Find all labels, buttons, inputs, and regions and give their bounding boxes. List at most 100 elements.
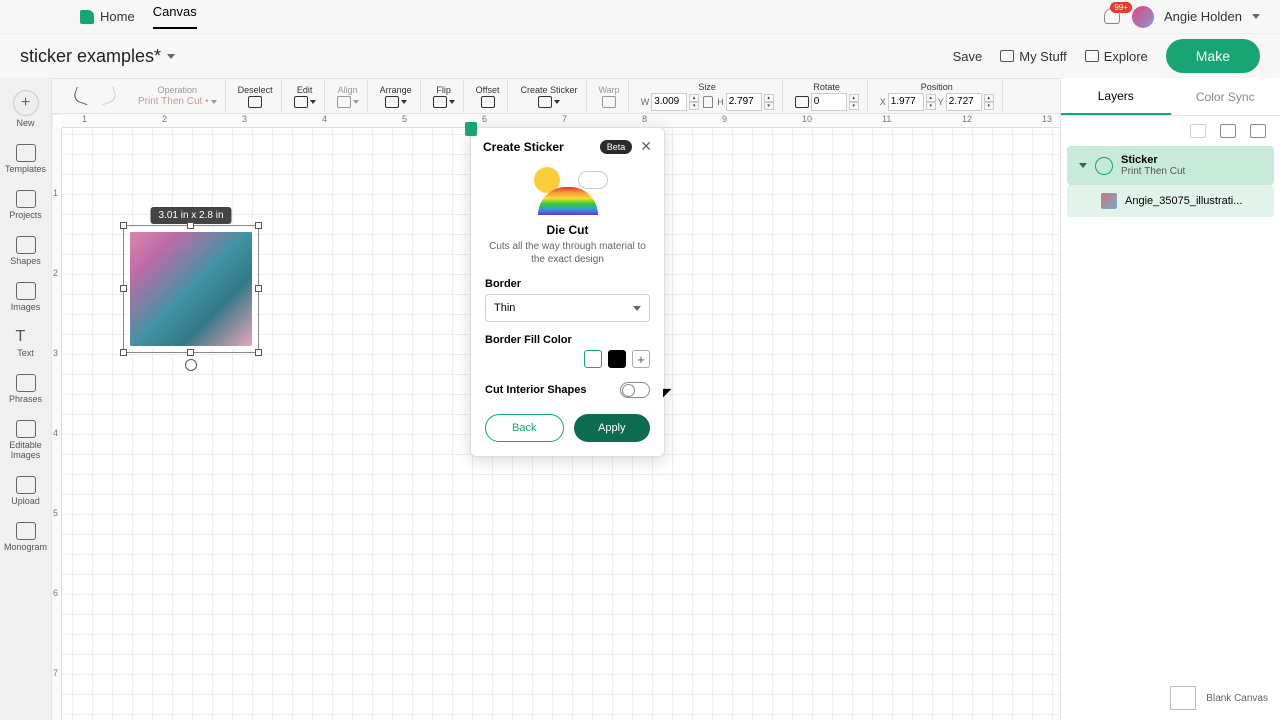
redo-button[interactable] <box>98 87 118 106</box>
upload-button[interactable]: Upload <box>0 468 51 514</box>
color-swatch-black[interactable] <box>608 350 626 368</box>
color-swatch-white[interactable] <box>584 350 602 368</box>
cut-type-desc: Cuts all the way through material to the… <box>485 240 650 266</box>
duplicate-icon[interactable] <box>1220 124 1236 138</box>
fill-color-label: Border Fill Color <box>485 334 650 346</box>
make-button[interactable]: Make <box>1166 39 1260 73</box>
cut-type-title: Die Cut <box>485 223 650 237</box>
height-input[interactable] <box>726 93 762 111</box>
offset-button[interactable] <box>481 96 495 108</box>
resize-handle[interactable] <box>187 349 194 356</box>
back-button[interactable]: Back <box>485 414 564 442</box>
home-tab[interactable]: Home <box>80 9 135 24</box>
rotate-spinner[interactable]: ▴▾ <box>849 94 859 110</box>
blank-canvas-label: Blank Canvas <box>1206 693 1268 704</box>
resize-handle[interactable] <box>187 222 194 229</box>
delete-icon[interactable] <box>1250 124 1266 138</box>
explore-button[interactable]: Explore <box>1085 49 1148 64</box>
resize-handle[interactable] <box>255 349 262 356</box>
layers-tab[interactable]: Layers <box>1061 78 1171 115</box>
ruler-horizontal: 12345678910111213 <box>62 114 1060 128</box>
edit-dropdown[interactable] <box>294 96 316 108</box>
resize-handle[interactable] <box>255 222 262 229</box>
rotate-icon <box>795 96 809 108</box>
y-input[interactable] <box>946 93 982 111</box>
selected-object[interactable]: 3.01 in x 2.8 in <box>127 229 255 349</box>
ruler-vertical: 1234567 <box>52 128 62 720</box>
new-button[interactable]: +New <box>0 82 51 136</box>
add-color-button[interactable]: + <box>632 350 650 368</box>
home-icon <box>80 10 94 24</box>
create-sticker-popup: Create Sticker Beta ✕ Die Cut Cuts all t… <box>470 127 665 457</box>
x-spinner[interactable]: ▴▾ <box>926 94 936 110</box>
child-thumb-icon <box>1101 193 1117 209</box>
create-sticker-dropdown[interactable] <box>538 96 560 108</box>
height-spinner[interactable]: ▴▾ <box>764 94 774 110</box>
editable-images-button[interactable]: Editable Images <box>0 412 51 468</box>
project-bar: sticker examples* Save My Stuff Explore … <box>0 34 1280 78</box>
explore-icon <box>1085 50 1099 62</box>
blank-canvas-thumb[interactable] <box>1170 686 1196 710</box>
x-input[interactable] <box>888 93 924 111</box>
save-button[interactable]: Save <box>953 49 983 64</box>
width-input[interactable] <box>651 93 687 111</box>
resize-handle[interactable] <box>120 349 127 356</box>
chevron-down-icon[interactable] <box>1252 14 1260 19</box>
close-button[interactable]: ✕ <box>640 138 652 155</box>
cursor-icon: ◤ <box>663 386 671 399</box>
top-bar: Home Canvas 99+ Angie Holden <box>0 0 1280 34</box>
arrange-dropdown[interactable] <box>385 96 407 108</box>
chevron-down-icon <box>633 306 641 311</box>
left-sidebar: +New Templates Projects Shapes Images TT… <box>0 78 52 720</box>
monogram-button[interactable]: Monogram <box>0 514 51 560</box>
layer-sticker[interactable]: Sticker Print Then Cut <box>1067 146 1274 185</box>
apply-button[interactable]: Apply <box>574 414 651 442</box>
undo-button[interactable] <box>72 87 92 106</box>
upload-icon <box>16 476 36 494</box>
flip-dropdown[interactable] <box>433 96 455 108</box>
folder-icon <box>1000 50 1014 62</box>
text-button[interactable]: TText <box>0 320 51 366</box>
sticker-preview <box>528 165 608 215</box>
cut-interior-toggle[interactable] <box>620 382 650 398</box>
home-label: Home <box>100 9 135 24</box>
images-button[interactable]: Images <box>0 274 51 320</box>
rotate-handle[interactable] <box>185 359 197 371</box>
deselect-button[interactable] <box>248 96 262 108</box>
resize-handle[interactable] <box>255 285 262 292</box>
border-dropdown[interactable]: Thin <box>485 294 650 322</box>
project-name[interactable]: sticker examples* <box>20 46 175 67</box>
y-spinner[interactable]: ▴▾ <box>984 94 994 110</box>
warp-button <box>602 96 616 108</box>
notif-badge: 99+ <box>1110 2 1132 13</box>
templates-button[interactable]: Templates <box>0 136 51 182</box>
canvas-tab[interactable]: Canvas <box>153 4 197 29</box>
phrases-button[interactable]: Phrases <box>0 366 51 412</box>
text-icon: T <box>16 328 36 346</box>
rotate-input[interactable] <box>811 93 847 111</box>
right-panel: Layers Color Sync Sticker Print Then Cut… <box>1060 78 1280 720</box>
resize-handle[interactable] <box>120 222 127 229</box>
width-spinner[interactable]: ▴▾ <box>689 94 699 110</box>
operation-dropdown[interactable]: Print Then Cut • <box>138 96 217 107</box>
interior-label: Cut Interior Shapes <box>485 384 586 396</box>
projects-button[interactable]: Projects <box>0 182 51 228</box>
shapes-button[interactable]: Shapes <box>0 228 51 274</box>
align-dropdown <box>337 96 359 108</box>
monogram-icon <box>16 522 36 540</box>
resize-handle[interactable] <box>120 285 127 292</box>
popup-title: Create Sticker <box>483 140 564 154</box>
chevron-down-icon[interactable] <box>1079 163 1087 168</box>
notifications-button[interactable]: 99+ <box>1104 8 1122 26</box>
lock-aspect-icon[interactable] <box>703 96 713 108</box>
shapes-icon <box>16 236 36 254</box>
beta-badge: Beta <box>600 140 633 154</box>
phrases-icon <box>16 374 36 392</box>
avatar[interactable] <box>1132 6 1154 28</box>
color-sync-tab[interactable]: Color Sync <box>1171 78 1280 115</box>
mystuff-button[interactable]: My Stuff <box>1000 49 1066 64</box>
layer-child[interactable]: Angie_35075_illustrati... <box>1067 185 1274 217</box>
group-icon[interactable] <box>1190 124 1206 138</box>
selection-box <box>123 225 259 353</box>
projects-icon <box>16 190 36 208</box>
